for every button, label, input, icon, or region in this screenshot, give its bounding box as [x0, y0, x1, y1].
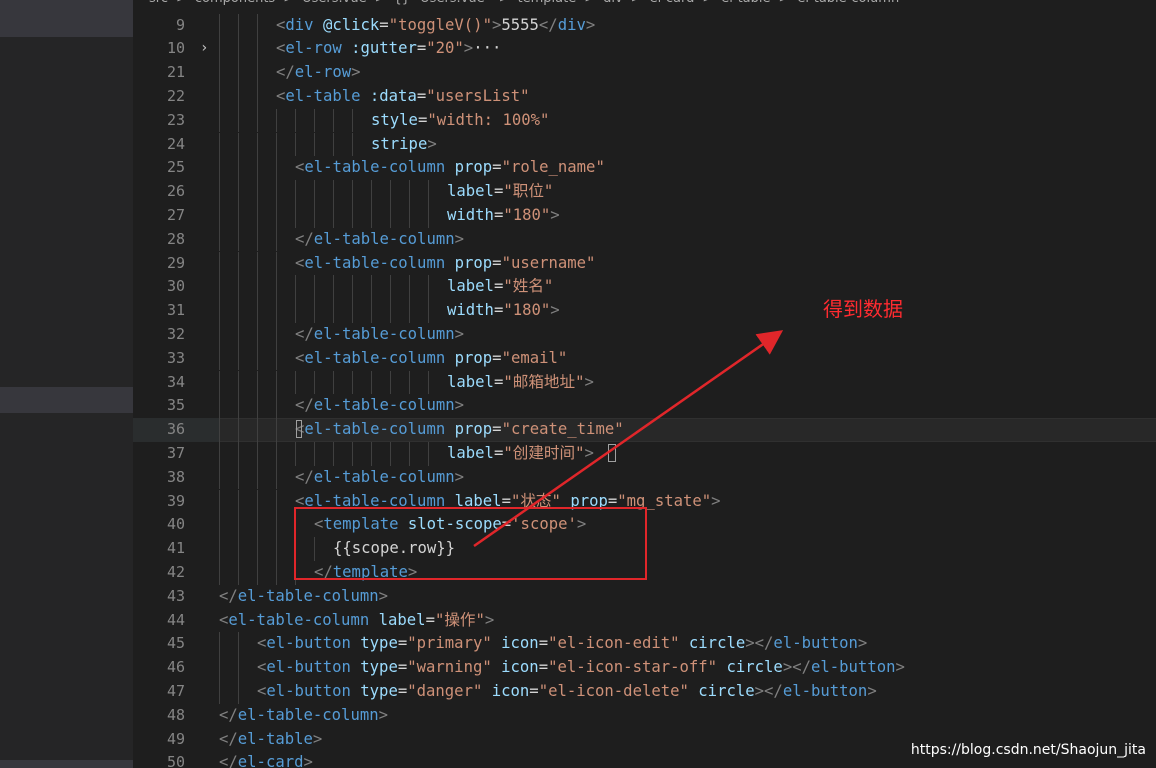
annotation-label: 得到数据: [823, 297, 903, 321]
annotation-arrow: [473, 330, 784, 548]
watermark: https://blog.csdn.net/Shaojun_jita: [910, 742, 1146, 758]
